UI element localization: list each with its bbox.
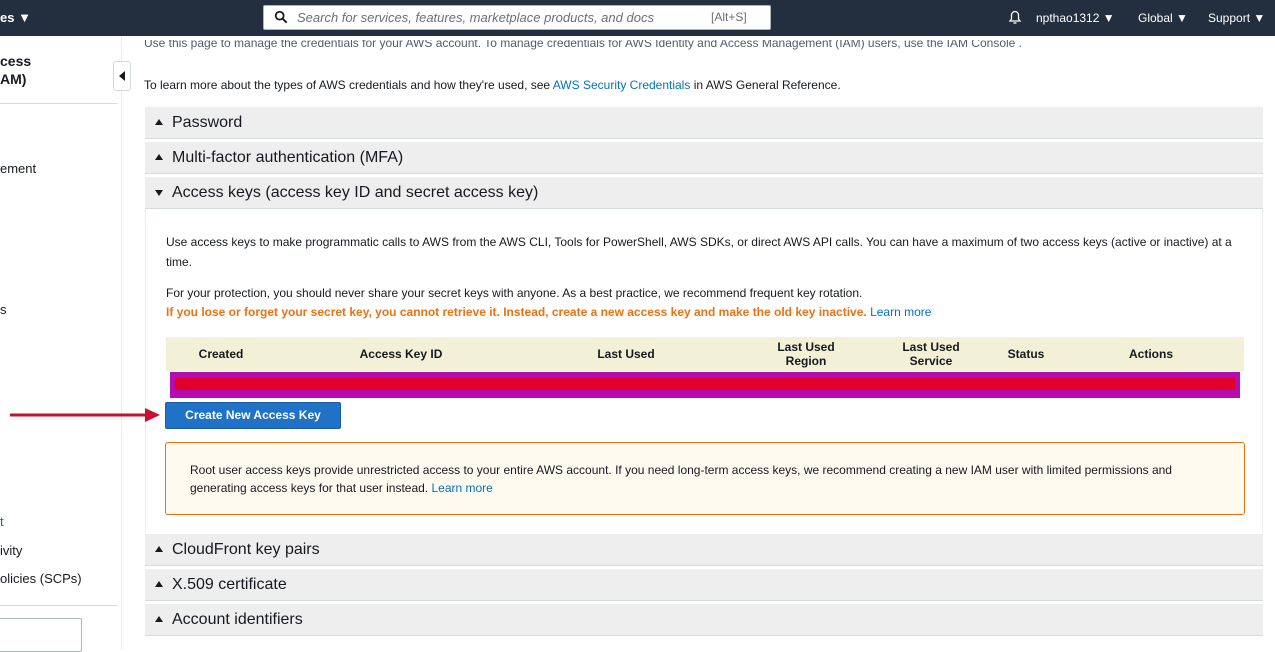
bell-icon[interactable]	[1007, 9, 1023, 25]
access-keys-description: Use access keys to make programmatic cal…	[166, 235, 1232, 269]
search-placeholder: Search for services, features, marketpla…	[297, 10, 654, 25]
learn-more-link[interactable]: Learn more	[870, 305, 931, 319]
notice-learn-more-link[interactable]: Learn more	[431, 481, 492, 495]
sidebar-item-active[interactable]: t	[0, 514, 4, 529]
sidebar: cess AM) ement s t ivity olicies (SCPs)	[0, 36, 122, 652]
aws-security-credentials-link[interactable]: AWS Security Credentials	[553, 78, 691, 92]
caret-left-icon	[119, 71, 125, 81]
intro-text: Use this page to manage the credentials …	[144, 40, 1022, 50]
sidebar-divider	[0, 103, 118, 104]
support-menu[interactable]: Support ▼	[1208, 11, 1265, 25]
account-menu[interactable]: npthao1312 ▼	[1036, 11, 1115, 25]
search-shortcut: [Alt+S]	[711, 10, 747, 24]
section-password[interactable]: Password	[145, 107, 1263, 139]
col-status[interactable]: Status	[991, 347, 1061, 361]
col-access-key-id[interactable]: Access Key ID	[326, 347, 476, 361]
sidebar-item-management[interactable]: ement	[0, 161, 36, 176]
section-account-identifiers[interactable]: Account identifiers	[145, 604, 1263, 636]
col-last-used-region[interactable]: Last Used Region	[766, 340, 846, 368]
region-menu[interactable]: Global ▼	[1138, 11, 1188, 25]
sidebar-item-activity[interactable]: ivity	[0, 543, 22, 558]
create-new-access-key-button[interactable]: Create New Access Key	[165, 402, 341, 429]
col-last-used-service[interactable]: Last Used Service	[891, 340, 971, 368]
redaction-bar	[175, 378, 1235, 390]
col-actions[interactable]: Actions	[1111, 347, 1191, 361]
section-x509-certificate[interactable]: X.509 certificate	[145, 569, 1263, 601]
protection-note: For your protection, you should never sh…	[166, 286, 863, 300]
redacted-key-row	[170, 372, 1240, 398]
services-menu[interactable]: es ▼	[0, 10, 31, 25]
caret-up-icon	[155, 616, 163, 622]
access-keys-table-header: Created Access Key ID Last Used Last Use…	[166, 337, 1244, 371]
caret-down-icon	[155, 190, 163, 196]
caret-up-icon	[155, 154, 163, 160]
access-keys-body: Use access keys to make programmatic cal…	[145, 210, 1263, 532]
search-icon	[274, 10, 288, 24]
sidebar-search-input[interactable]	[0, 618, 82, 652]
sidebar-item-scps[interactable]: olicies (SCPs)	[0, 571, 82, 586]
caret-up-icon	[155, 119, 163, 125]
section-mfa[interactable]: Multi-factor authentication (MFA)	[145, 142, 1263, 174]
search-bar[interactable]: Search for services, features, marketpla…	[263, 5, 771, 30]
secret-key-warning: If you lose or forget your secret key, y…	[166, 305, 932, 319]
sidebar-title: cess AM)	[0, 53, 32, 87]
sidebar-divider-bottom	[0, 605, 118, 606]
caret-up-icon	[155, 546, 163, 552]
caret-up-icon	[155, 581, 163, 587]
root-keys-notice: Root user access keys provide unrestrict…	[165, 442, 1245, 515]
annotation-arrow-icon	[10, 408, 160, 422]
sidebar-item-s[interactable]: s	[0, 302, 7, 317]
top-nav: es ▼ Search for services, features, mark…	[0, 0, 1275, 36]
intro-text-2: To learn more about the types of AWS cre…	[144, 78, 841, 92]
section-cloudfront-key-pairs[interactable]: CloudFront key pairs	[145, 534, 1263, 566]
col-created[interactable]: Created	[176, 347, 266, 361]
sidebar-collapse-button[interactable]	[113, 61, 131, 91]
col-last-used[interactable]: Last Used	[566, 347, 686, 361]
section-access-keys[interactable]: Access keys (access key ID and secret ac…	[145, 177, 1263, 209]
